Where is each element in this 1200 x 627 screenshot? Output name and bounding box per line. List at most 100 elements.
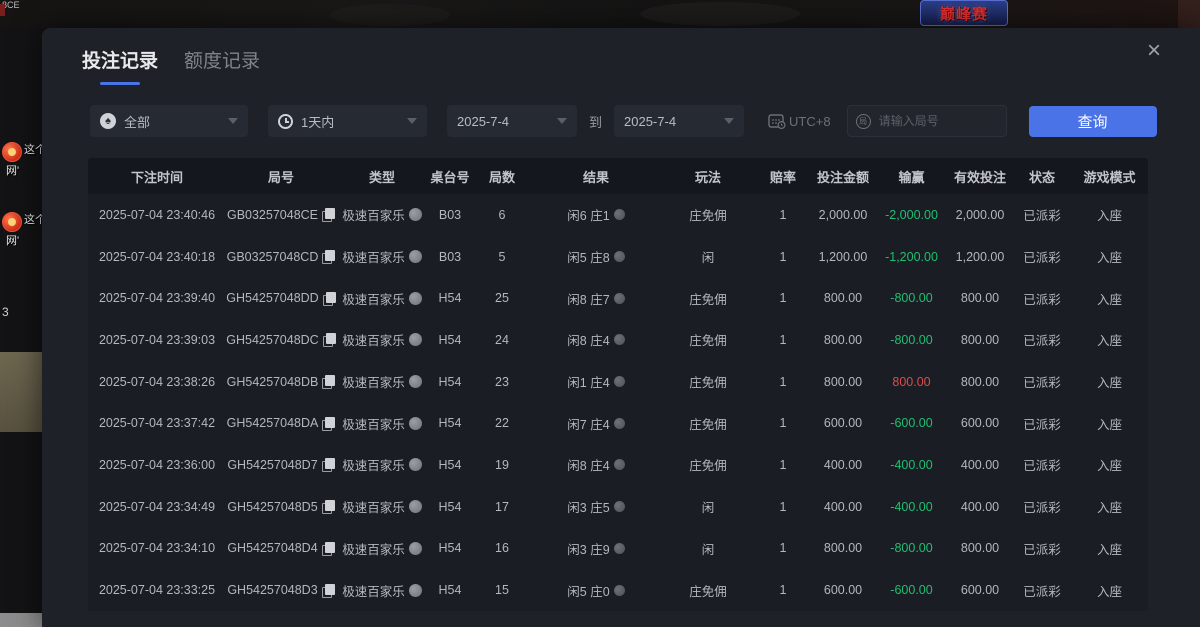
cell-win-lose: -600.00	[876, 569, 947, 611]
record-tabs: 投注记录 额度记录	[82, 46, 260, 85]
column-header-0: 下注时间	[88, 158, 226, 194]
copy-icon[interactable]	[322, 208, 335, 221]
cell-game-type: 极速百家乐	[336, 528, 428, 570]
cell-game-mode: 入座	[1071, 361, 1148, 403]
cell-status: 已派彩	[1013, 236, 1071, 278]
backdrop-bottom-fragment	[0, 613, 42, 627]
cell-odds: 1	[756, 402, 810, 444]
copy-icon[interactable]	[322, 250, 335, 263]
cell-odds: 1	[756, 319, 810, 361]
result-detail-dot-icon[interactable]	[614, 501, 625, 512]
cell-table-no: B03	[428, 236, 472, 278]
cell-round-no: 22	[472, 402, 532, 444]
cell-round-id: GH54257048D5	[226, 486, 336, 528]
cell-bet-time: 2025-07-04 23:38:26	[88, 361, 226, 403]
result-detail-dot-icon[interactable]	[614, 376, 625, 387]
game-info-dot-icon[interactable]	[409, 458, 422, 471]
result-detail-dot-icon[interactable]	[614, 209, 625, 220]
game-info-dot-icon[interactable]	[409, 375, 422, 388]
round-search-input[interactable]	[877, 113, 998, 129]
cell-game-type: 极速百家乐	[336, 402, 428, 444]
chevron-down-icon	[557, 118, 567, 124]
cell-bet-time: 2025-07-04 23:33:25	[88, 569, 226, 611]
copy-icon[interactable]	[323, 292, 336, 305]
copy-icon[interactable]	[322, 584, 335, 597]
cell-round-no: 17	[472, 486, 532, 528]
table-row: 2025-07-04 23:37:42GH54257048DA极速百家乐H542…	[88, 402, 1148, 444]
cell-odds: 1	[756, 277, 810, 319]
cell-valid-bet: 800.00	[947, 361, 1013, 403]
cell-valid-bet: 600.00	[947, 402, 1013, 444]
active-tab-underline	[100, 82, 140, 85]
table-body: 2025-07-04 23:40:46GB03257048CE极速百家乐B036…	[88, 194, 1148, 611]
game-info-dot-icon[interactable]	[409, 584, 422, 597]
time-range-dropdown[interactable]: 1天内	[268, 105, 427, 137]
cell-round-id: GH54257048DD	[226, 277, 336, 319]
cell-win-lose: 800.00	[876, 361, 947, 403]
chat-message-fragment: 这个 网'	[0, 140, 42, 180]
copy-icon[interactable]	[322, 417, 335, 430]
result-detail-dot-icon[interactable]	[614, 459, 625, 470]
cell-win-lose: -800.00	[876, 277, 947, 319]
date-to-dropdown[interactable]: 2025-7-4	[614, 105, 744, 137]
cell-valid-bet: 2,000.00	[947, 194, 1013, 236]
game-info-dot-icon[interactable]	[409, 292, 422, 305]
table-row: 2025-07-04 23:34:10GH54257048D4极速百家乐H541…	[88, 528, 1148, 570]
copy-icon[interactable]	[322, 458, 335, 471]
cell-odds: 1	[756, 236, 810, 278]
cell-bet-time: 2025-07-04 23:34:10	[88, 528, 226, 570]
result-detail-dot-icon[interactable]	[614, 543, 625, 554]
copy-icon[interactable]	[322, 500, 335, 513]
copy-icon[interactable]	[323, 333, 336, 346]
cell-game-type: 极速百家乐	[336, 277, 428, 319]
close-icon[interactable]: ×	[1142, 40, 1166, 64]
cell-status: 已派彩	[1013, 277, 1071, 319]
result-detail-dot-icon[interactable]	[614, 251, 625, 262]
cell-table-no: H54	[428, 319, 472, 361]
copy-icon[interactable]	[322, 375, 335, 388]
table-row: 2025-07-04 23:39:40GH54257048DD极速百家乐H542…	[88, 277, 1148, 319]
game-info-dot-icon[interactable]	[409, 500, 422, 513]
game-info-dot-icon[interactable]	[409, 208, 422, 221]
game-category-dropdown[interactable]: ♠ 全部	[90, 105, 248, 137]
cell-game-mode: 入座	[1071, 528, 1148, 570]
cell-round-no: 19	[472, 444, 532, 486]
cell-bet-amount: 2,000.00	[810, 194, 876, 236]
cell-valid-bet: 600.00	[947, 569, 1013, 611]
column-header-5: 结果	[532, 158, 660, 194]
cell-game-type: 极速百家乐	[336, 236, 428, 278]
result-detail-dot-icon[interactable]	[614, 418, 625, 429]
cell-round-id: GH54257048DA	[226, 402, 336, 444]
game-info-dot-icon[interactable]	[409, 417, 422, 430]
date-from-dropdown[interactable]: 2025-7-4	[447, 105, 577, 137]
column-header-7: 赔率	[756, 158, 810, 194]
cell-table-no: H54	[428, 361, 472, 403]
column-header-8: 投注金额	[810, 158, 876, 194]
copy-icon[interactable]	[322, 542, 335, 555]
tab-bet-records[interactable]: 投注记录	[82, 46, 158, 85]
cell-game-mode: 入座	[1071, 569, 1148, 611]
tab-label: 投注记录	[82, 51, 158, 72]
tab-quota-records[interactable]: 额度记录	[184, 46, 260, 85]
cell-bet-amount: 400.00	[810, 486, 876, 528]
cell-round-no: 6	[472, 194, 532, 236]
cell-round-id: GH54257048D7	[226, 444, 336, 486]
cell-bet-amount: 800.00	[810, 528, 876, 570]
game-info-dot-icon[interactable]	[409, 250, 422, 263]
table-row: 2025-07-04 23:38:26GH54257048DB极速百家乐H542…	[88, 361, 1148, 403]
result-detail-dot-icon[interactable]	[614, 293, 625, 304]
game-info-dot-icon[interactable]	[409, 333, 422, 346]
game-info-dot-icon[interactable]	[409, 542, 422, 555]
cell-round-id: GH54257048DC	[226, 319, 336, 361]
calendar-clock-icon	[768, 113, 786, 129]
chat-emoji-icon	[2, 212, 22, 232]
result-detail-dot-icon[interactable]	[614, 585, 625, 596]
result-detail-dot-icon[interactable]	[614, 334, 625, 345]
query-button[interactable]: 查询	[1029, 106, 1157, 137]
column-header-12: 游戏模式	[1071, 158, 1148, 194]
cell-status: 已派彩	[1013, 569, 1071, 611]
backdrop-blur-shape	[330, 4, 450, 26]
cell-game-mode: 入座	[1071, 277, 1148, 319]
cell-status: 已派彩	[1013, 194, 1071, 236]
cell-status: 已派彩	[1013, 402, 1071, 444]
